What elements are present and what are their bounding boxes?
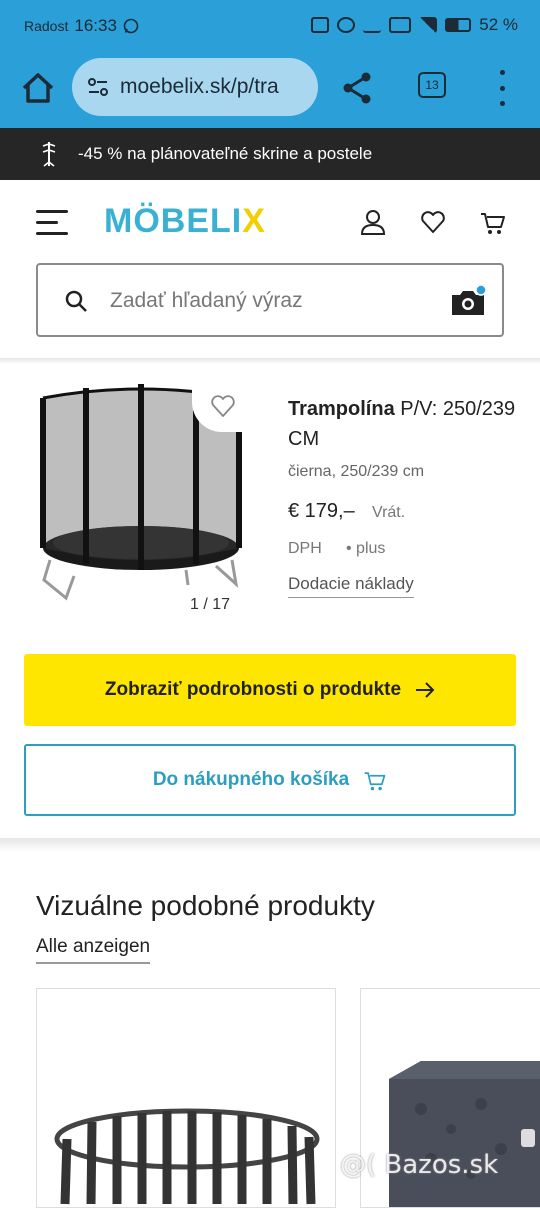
battery-icon — [445, 18, 472, 32]
wishlist-heart-icon[interactable] — [420, 208, 446, 236]
divider — [0, 358, 540, 364]
plus-note: • plus — [346, 540, 386, 557]
mute-icon — [363, 17, 382, 33]
promo-banner[interactable]: -45 % na plánovateľné skrine a postele — [0, 128, 540, 180]
similar-product-card[interactable] — [36, 988, 336, 1208]
browser-toolbar: moebelix.sk/p/tra 13 — [0, 52, 540, 128]
account-icon[interactable] — [360, 208, 386, 236]
camera-search-icon[interactable] — [450, 285, 486, 317]
shipping-costs-link[interactable]: Dodacie náklady — [288, 574, 414, 598]
cart-icon — [364, 772, 386, 791]
details-button-label: Zobraziť podrobnosti o produkte — [104, 679, 402, 700]
vat-note-dph: DPH — [288, 540, 322, 557]
whatsapp-icon — [123, 18, 139, 34]
product-name[interactable]: Trampolína P/V: 250/239 CM — [288, 394, 518, 454]
clock: 16:33 — [74, 16, 117, 35]
image-counter: 1 / 17 — [190, 596, 231, 613]
hamburger-menu-icon[interactable] — [36, 210, 68, 236]
product-image — [54, 1108, 320, 1205]
similar-products-heading: Vizuálne podobné produkty — [36, 890, 375, 921]
alarm-icon — [337, 17, 356, 33]
moebelix-logo[interactable]: MÖBELIX — [104, 202, 266, 241]
carrier-label: Radost — [24, 18, 69, 34]
status-bar: Radost 16:33 52 % — [0, 0, 540, 52]
nfc-icon — [311, 17, 330, 33]
home-icon[interactable] — [18, 68, 58, 108]
add-to-cart-button[interactable]: Do nákupného košíka — [24, 744, 516, 816]
url-text: moebelix.sk/p/tra — [120, 75, 279, 98]
share-icon[interactable] — [340, 70, 374, 106]
coat-rack-icon — [42, 142, 56, 167]
product-description: čierna, 250/239 cm — [288, 463, 425, 480]
cart-button-label: Do nákupného košíka — [152, 769, 350, 790]
address-bar[interactable]: moebelix.sk/p/tra — [72, 58, 318, 116]
search-icon[interactable] — [64, 289, 88, 313]
search-box[interactable]: Zadať hľadaný výraz — [36, 263, 504, 337]
search-placeholder: Zadať hľadaný výraz — [110, 289, 303, 312]
site-settings-icon[interactable] — [86, 75, 110, 99]
browser-menu-icon[interactable] — [496, 70, 508, 106]
signal-icon — [419, 17, 438, 33]
show-all-link[interactable]: Alle anzeigen — [36, 936, 151, 964]
product-price: € 179,– — [288, 500, 355, 522]
battery-level: 52 % — [479, 15, 518, 34]
view-product-details-button[interactable]: Zobraziť podrobnosti o produkte — [24, 654, 516, 726]
vat-note: Vrát. — [372, 504, 406, 521]
site-header: MÖBELIX Zadať hľadaný výraz — [0, 180, 540, 360]
section-divider — [0, 838, 540, 852]
bazos-watermark: @( Bazos.sk — [340, 1150, 499, 1180]
tab-switcher-button[interactable]: 13 — [418, 72, 446, 98]
promo-text: -45 % na plánovateľné skrine a postele — [78, 144, 373, 163]
volte-icon — [389, 17, 412, 33]
arrow-right-icon — [416, 682, 435, 698]
cart-icon[interactable] — [480, 208, 506, 236]
heart-outline-icon — [211, 395, 235, 417]
